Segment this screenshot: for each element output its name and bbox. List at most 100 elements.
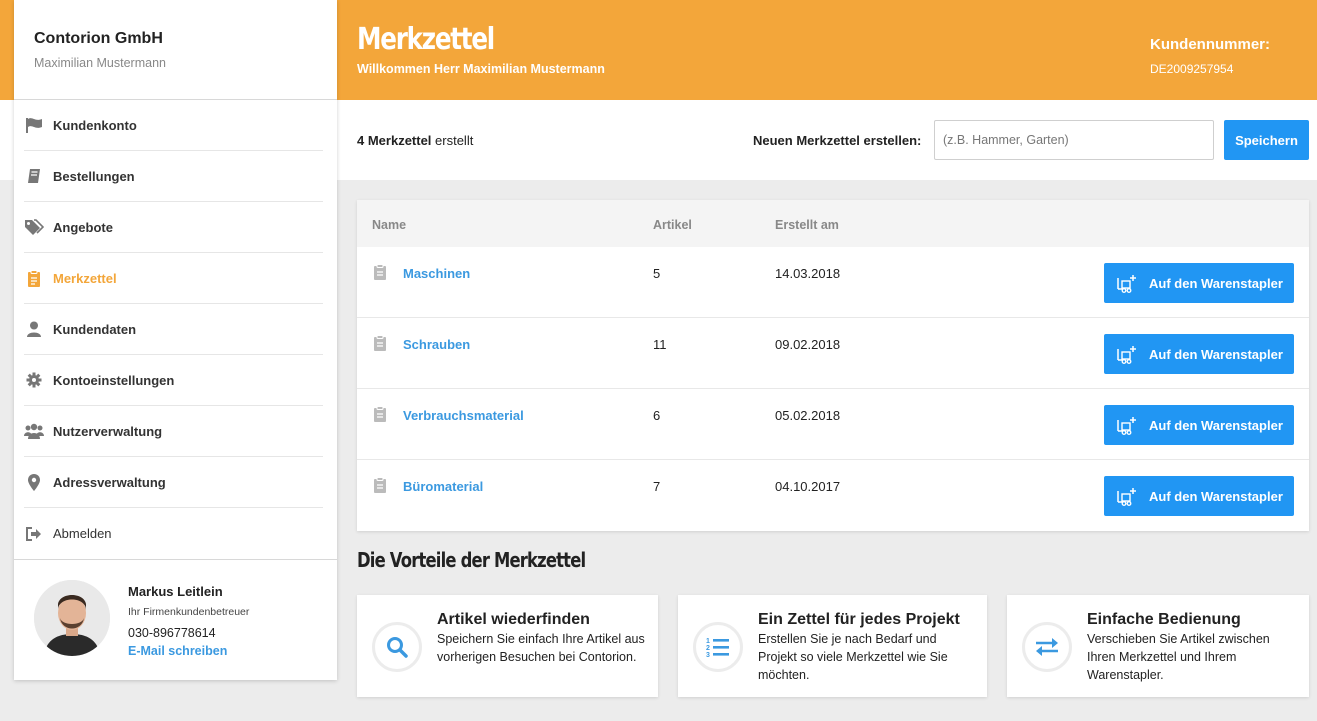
benefit-title: Ein Zettel für jedes Projekt: [758, 611, 960, 628]
clipboard-icon: [373, 335, 387, 351]
flag-icon: [24, 115, 44, 135]
created-date: 04.10.2017: [775, 479, 841, 494]
wishlist-name-link[interactable]: Maschinen: [403, 266, 470, 281]
advisor-card: Markus Leitlein Ihr Firmenkundenbetreuer…: [14, 559, 337, 680]
sign-out-icon: [24, 524, 44, 544]
sidebar-nav: Kundenkonto Bestellungen Angebote Merkze…: [14, 100, 337, 559]
map-pin-icon: [24, 472, 44, 492]
add-to-cart-button[interactable]: Auf den Warenstapler: [1104, 476, 1294, 516]
benefit-text: Speichern Sie einfach Ihre Artikel aus v…: [437, 632, 645, 664]
sidebar-item-abmelden[interactable]: Abmelden: [24, 508, 323, 559]
sidebar-item-bestellungen[interactable]: Bestellungen: [24, 151, 323, 202]
add-to-cart-label: Auf den Warenstapler: [1149, 275, 1283, 291]
forklift-icon: [1116, 343, 1138, 365]
email-link[interactable]: E-Mail schreiben: [128, 644, 249, 658]
tags-icon: [24, 217, 44, 237]
customer-number: DE2009257954: [1150, 62, 1234, 76]
save-button[interactable]: Speichern: [1224, 120, 1309, 160]
avatar: [34, 580, 110, 656]
created-date: 09.02.2018: [775, 337, 841, 352]
wishlist-count-value: 4 Merkzettel: [357, 133, 432, 148]
clipboard-icon: [373, 264, 387, 280]
search-icon: [372, 622, 422, 672]
svg-text:1: 1: [706, 638, 710, 645]
sidebar-item-label: Angebote: [53, 219, 113, 235]
exchange-icon: [1022, 622, 1072, 672]
sidebar-item-label: Adressverwaltung: [53, 474, 166, 490]
article-count: 11: [653, 337, 667, 352]
sidebar-item-nutzerverwaltung[interactable]: Nutzerverwaltung: [24, 406, 323, 457]
table-row: Büromaterial 7 04.10.2017 Auf den Warens…: [357, 460, 1309, 531]
wishlist-name-link[interactable]: Schrauben: [403, 337, 470, 352]
article-count: 7: [653, 479, 661, 494]
advisor-name: Markus Leitlein: [128, 584, 223, 599]
book-icon: [24, 166, 44, 186]
page-title: Merkzettel: [357, 22, 495, 57]
sidebar-item-adressverwaltung[interactable]: Adressverwaltung: [24, 457, 323, 508]
column-header-created: Erstellt am: [775, 218, 839, 232]
svg-text:3: 3: [706, 652, 710, 659]
sidebar-item-label: Kundendaten: [53, 321, 137, 337]
column-header-name: Name: [372, 218, 407, 232]
sidebar-item-label: Abmelden: [53, 526, 112, 541]
benefit-title: Artikel wiederfinden: [437, 611, 590, 628]
wishlist-name-link[interactable]: Büromaterial: [403, 479, 483, 494]
clipboard-icon: [373, 477, 387, 493]
company-name: Contorion GmbH: [34, 30, 163, 47]
sidebar-item-label: Nutzerverwaltung: [53, 423, 163, 439]
sidebar-item-merkzettel[interactable]: Merkzettel: [24, 253, 323, 304]
wishlist-table: Name Artikel Erstellt am Maschinen 5 14.…: [357, 200, 1309, 531]
table-header: Name Artikel Erstellt am: [357, 200, 1309, 247]
sidebar-item-label: Kontoeinstellungen: [53, 372, 175, 388]
numbered-list-icon: 123: [693, 622, 743, 672]
sidebar-item-kontoeinstellungen[interactable]: Kontoeinstellungen: [24, 355, 323, 406]
gear-icon: [24, 370, 44, 390]
add-to-cart-button[interactable]: Auf den Warenstapler: [1104, 263, 1294, 303]
add-to-cart-label: Auf den Warenstapler: [1149, 488, 1283, 504]
benefit-card: 123 Ein Zettel für jedes Projekt Erstell…: [678, 595, 987, 697]
benefits-heading: Die Vorteile der Merkzettel: [357, 548, 586, 572]
forklift-icon: [1116, 272, 1138, 294]
forklift-icon: [1116, 414, 1138, 436]
sidebar-item-angebote[interactable]: Angebote: [24, 202, 323, 253]
forklift-icon: [1116, 485, 1138, 507]
sidebar-item-label: Merkzettel: [53, 270, 117, 286]
article-count: 5: [653, 266, 661, 281]
customer-number-label: Kundennummer:: [1150, 36, 1270, 53]
sidebar-item-label: Kundenkonto: [53, 117, 137, 133]
benefit-title: Einfache Bedienung: [1087, 611, 1241, 628]
advisor-phone: 030-896778614: [128, 626, 216, 640]
welcome-text: Willkommen Herr Maximilian Mustermann: [357, 62, 605, 76]
new-wishlist-input[interactable]: [934, 120, 1214, 160]
add-to-cart-button[interactable]: Auf den Warenstapler: [1104, 405, 1294, 445]
company-block: Contorion GmbH Maximilian Mustermann: [14, 0, 337, 100]
sidebar-item-kundendaten[interactable]: Kundendaten: [24, 304, 323, 355]
add-to-cart-label: Auf den Warenstapler: [1149, 346, 1283, 362]
add-to-cart-label: Auf den Warenstapler: [1149, 417, 1283, 433]
wishlist-count: 4 Merkzettel erstellt: [357, 133, 473, 148]
sidebar-item-kundenkonto[interactable]: Kundenkonto: [24, 100, 323, 151]
benefit-card: Artikel wiederfinden Speichern Sie einfa…: [357, 595, 658, 697]
sidebar: Contorion GmbH Maximilian Mustermann Kun…: [14, 0, 337, 680]
wishlist-count-suffix: erstellt: [431, 133, 474, 148]
advisor-role: Ihr Firmenkundenbetreuer: [128, 606, 250, 618]
user-icon: [24, 319, 44, 339]
advisor-info: Markus Leitlein Ihr Firmenkundenbetreuer…: [128, 580, 249, 680]
account-user-name: Maximilian Mustermann: [34, 56, 166, 70]
clipboard-icon: [373, 406, 387, 422]
benefit-text: Erstellen Sie je nach Bedarf und Projekt…: [758, 632, 948, 682]
users-icon: [24, 421, 44, 441]
article-count: 6: [653, 408, 661, 423]
new-wishlist-label: Neuen Merkzettel erstellen:: [753, 133, 922, 148]
wishlist-name-link[interactable]: Verbrauchsmaterial: [403, 408, 524, 423]
table-row: Maschinen 5 14.03.2018 Auf den Warenstap…: [357, 247, 1309, 318]
table-row: Schrauben 11 09.02.2018 Auf den Warensta…: [357, 318, 1309, 389]
table-row: Verbrauchsmaterial 6 05.02.2018 Auf den …: [357, 389, 1309, 460]
benefit-card: Einfache Bedienung Verschieben Sie Artik…: [1007, 595, 1309, 697]
created-date: 05.02.2018: [775, 408, 841, 423]
column-header-articles: Artikel: [653, 218, 692, 232]
clipboard-icon: [24, 268, 44, 288]
sidebar-item-label: Bestellungen: [53, 168, 135, 184]
benefit-text: Verschieben Sie Artikel zwischen Ihren M…: [1087, 632, 1270, 682]
add-to-cart-button[interactable]: Auf den Warenstapler: [1104, 334, 1294, 374]
